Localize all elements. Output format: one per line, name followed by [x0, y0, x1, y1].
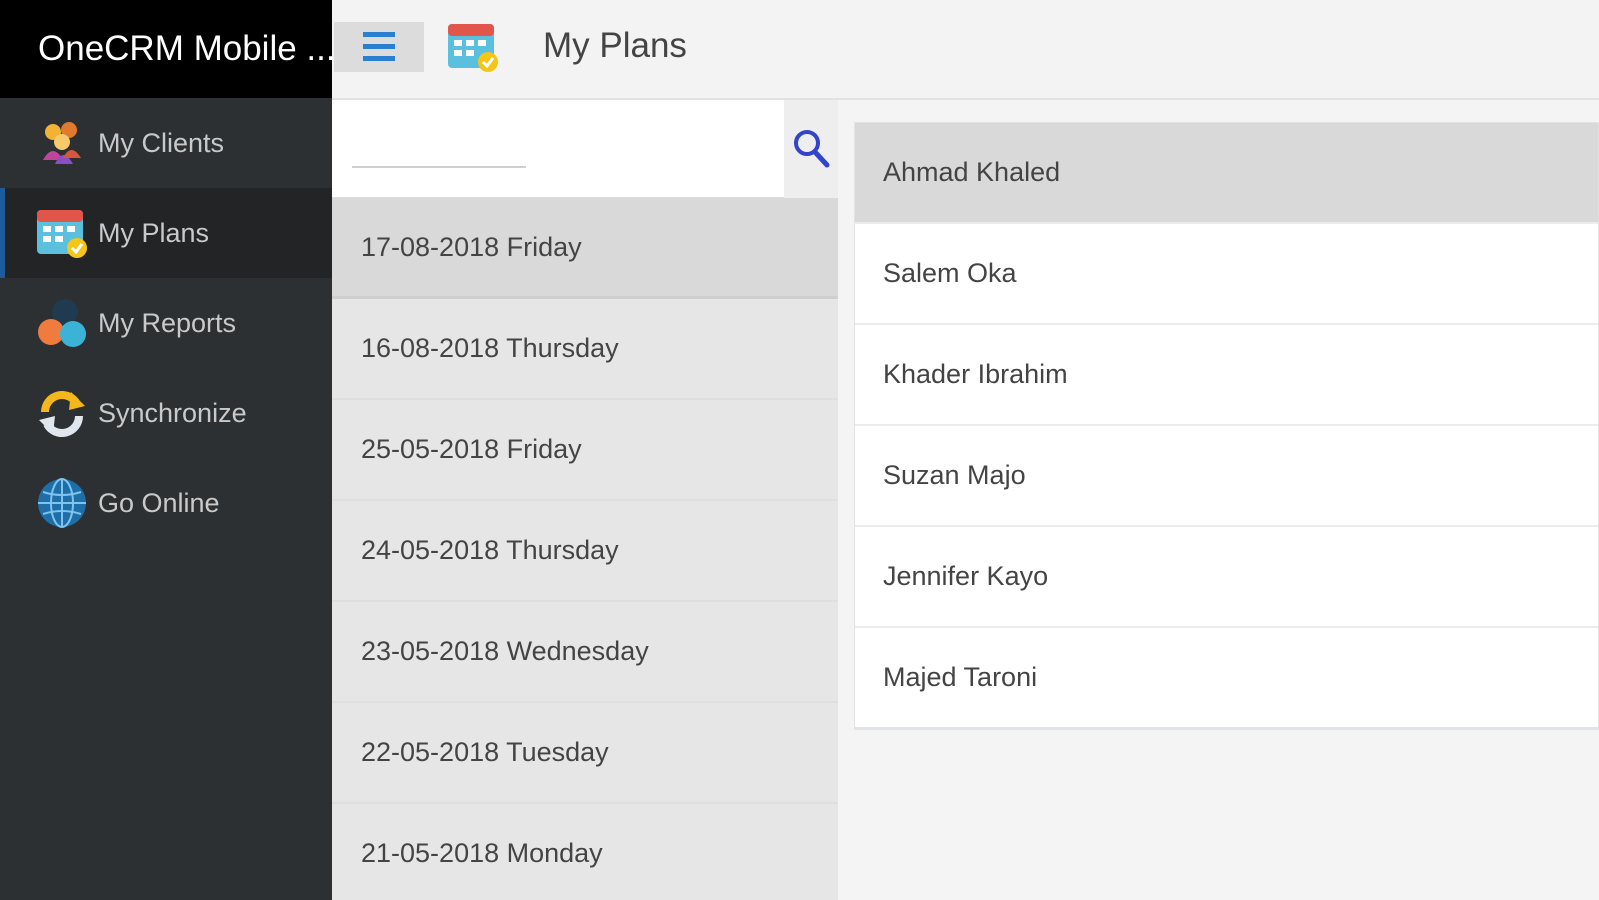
date-list-item[interactable]: 17-08-2018 Friday — [332, 198, 838, 299]
client-list-panel: Ahmad Khaled Salem Oka Khader Ibrahim Su… — [838, 100, 1599, 900]
date-list-panel: 17-08-2018 Friday 16-08-2018 Thursday 25… — [332, 100, 838, 900]
date-list-item[interactable]: 25-05-2018 Friday — [332, 400, 838, 501]
sidebar-item-my-clients[interactable]: My Clients — [0, 98, 332, 188]
sidebar-item-my-reports[interactable]: My Reports — [0, 278, 332, 368]
app-title: OneCRM Mobile ... — [0, 0, 332, 98]
reports-icon — [34, 295, 90, 351]
client-list-item[interactable]: Suzan Majo — [855, 426, 1598, 527]
sidebar-item-my-plans[interactable]: My Plans — [0, 188, 332, 278]
sidebar-item-label: Go Online — [98, 487, 220, 518]
sidebar-item-go-online[interactable]: Go Online — [0, 458, 332, 548]
search-icon — [794, 130, 830, 168]
date-list-item[interactable]: 23-05-2018 Wednesday — [332, 602, 838, 703]
page-title: My Plans — [543, 26, 687, 65]
date-list-item[interactable]: 24-05-2018 Thursday — [332, 501, 838, 602]
globe-icon — [34, 475, 90, 531]
sync-icon — [34, 385, 90, 441]
calendar-icon — [34, 205, 90, 261]
client-list: Ahmad Khaled Salem Oka Khader Ibrahim Su… — [854, 122, 1599, 730]
search-input[interactable] — [352, 136, 526, 168]
clients-icon — [34, 115, 90, 171]
hamburger-icon — [363, 32, 395, 61]
sidebar-item-synchronize[interactable]: Synchronize — [0, 368, 332, 458]
sidebar-item-label: My Plans — [98, 217, 210, 248]
sidebar-item-label: Synchronize — [98, 397, 247, 428]
search-button[interactable] — [784, 100, 838, 198]
sidebar: OneCRM Mobile ... My Clients My Plans My… — [0, 0, 332, 900]
top-bar: My Plans — [332, 0, 1599, 100]
search-bar — [332, 100, 838, 198]
client-list-item[interactable]: Majed Taroni — [855, 628, 1598, 729]
client-list-item[interactable]: Ahmad Khaled — [855, 123, 1598, 224]
client-list-item[interactable]: Khader Ibrahim — [855, 325, 1598, 426]
menu-button[interactable] — [334, 22, 424, 72]
client-list-item[interactable]: Jennifer Kayo — [855, 527, 1598, 628]
date-list-item[interactable]: 22-05-2018 Tuesday — [332, 703, 838, 804]
calendar-icon — [446, 20, 500, 74]
client-list-item[interactable]: Salem Oka — [855, 224, 1598, 325]
date-list-item[interactable]: 16-08-2018 Thursday — [332, 299, 838, 400]
sidebar-item-label: My Reports — [98, 307, 237, 338]
date-list-item[interactable]: 21-05-2018 Monday — [332, 804, 838, 900]
sidebar-item-label: My Clients — [98, 127, 225, 158]
